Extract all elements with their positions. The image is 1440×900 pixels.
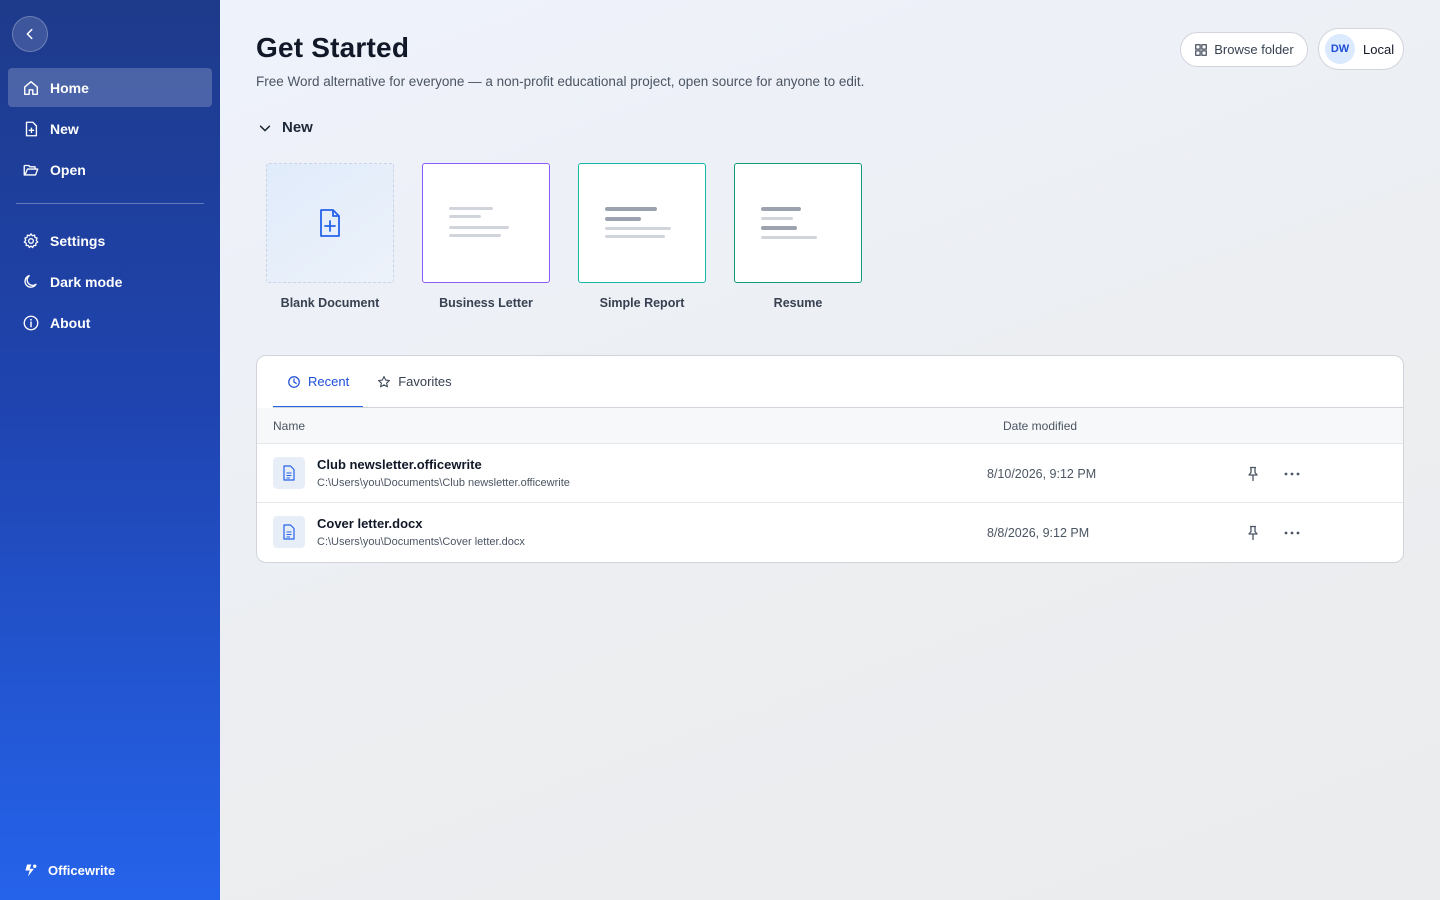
- template-label: Blank Document: [280, 296, 380, 310]
- thumbnail-line: [761, 207, 801, 211]
- brand-name: Officewrite: [48, 863, 116, 878]
- pin-icon: [1248, 525, 1258, 541]
- sidebar-divider: [16, 203, 204, 204]
- account-label: Local: [1363, 41, 1395, 57]
- files-panel: Recent Favorites Name Date modified Club…: [256, 355, 1404, 563]
- collapse-sidebar-button[interactable]: [12, 16, 48, 52]
- sidebar-item-label: Open: [50, 161, 86, 178]
- template-label: Business Letter: [439, 296, 533, 310]
- more-options-button[interactable]: [1281, 523, 1303, 543]
- pin-icon: [1248, 466, 1258, 482]
- sidebar-item-about[interactable]: About: [8, 303, 212, 342]
- document-icon: [273, 457, 305, 489]
- chevron-down-icon: [259, 124, 271, 131]
- template-thumbnail: [734, 163, 862, 283]
- tab-label: Favorites: [398, 374, 452, 389]
- moon-icon: [24, 274, 37, 288]
- template-label: Simple Report: [599, 296, 685, 310]
- file-date: 8/8/2026, 9:12 PM: [987, 526, 1090, 540]
- thumbnail-line: [449, 207, 493, 210]
- sidebar-item-label: Settings: [50, 232, 106, 249]
- new-file-icon: [25, 121, 38, 136]
- account-button[interactable]: DW Local: [1318, 28, 1404, 70]
- file-path: C:\Users\you\Documents\Cover letter.docx: [317, 536, 525, 548]
- sidebar-nav: Home New Open Settings Dark mode About: [8, 68, 212, 344]
- template-thumbnail: [578, 163, 706, 283]
- sidebar-item-open[interactable]: Open: [8, 150, 212, 189]
- document-icon: [273, 516, 305, 548]
- sidebar-item-label: About: [50, 314, 91, 331]
- more-horizontal-icon: [1284, 472, 1300, 476]
- star-icon: [378, 375, 391, 387]
- template-label: Resume: [773, 296, 823, 310]
- thumbnail-line: [449, 226, 509, 229]
- template-gallery: Blank Document Business Letter Simple Re…: [266, 163, 890, 310]
- thumbnail-line: [761, 226, 797, 230]
- page-subtitle: Free Word alternative for everyone — a n…: [256, 74, 865, 89]
- thumbnail-line: [761, 236, 817, 239]
- tab-label: Recent: [308, 374, 350, 389]
- thumbnail-line: [449, 234, 501, 237]
- table-header: Name Date modified: [257, 408, 1403, 444]
- more-options-button[interactable]: [1281, 464, 1303, 484]
- template-thumbnail: [422, 163, 550, 283]
- officewrite-logo-icon: [25, 864, 37, 877]
- more-horizontal-icon: [1284, 531, 1300, 535]
- brand: Officewrite: [22, 862, 115, 879]
- pin-button[interactable]: [1243, 464, 1263, 484]
- sidebar-item-settings[interactable]: Settings: [8, 221, 212, 260]
- new-file-icon: [320, 209, 340, 237]
- template-business-letter[interactable]: Business Letter: [422, 163, 550, 310]
- sidebar-item-label: Dark mode: [50, 273, 123, 290]
- file-path: C:\Users\you\Documents\Club newsletter.o…: [317, 477, 570, 489]
- thumbnail-line: [605, 227, 671, 230]
- home-icon: [23, 80, 39, 95]
- chevron-left-icon: [26, 28, 33, 40]
- new-section-toggle[interactable]: New: [258, 119, 313, 136]
- sidebar-item-home[interactable]: Home: [8, 68, 212, 107]
- table-row[interactable]: Club newsletter.officewrite C:\Users\you…: [257, 444, 1403, 503]
- sidebar-item-label: Home: [50, 79, 89, 96]
- page-title: Get Started: [256, 32, 410, 63]
- sidebar-item-new[interactable]: New: [8, 109, 212, 148]
- clock-icon: [288, 375, 300, 388]
- main-content: Get Started Free Word alternative for ev…: [220, 0, 1440, 900]
- sidebar: Home New Open Settings Dark mode About O…: [0, 0, 220, 900]
- files-tabs: Recent Favorites: [273, 356, 466, 408]
- file-name: Cover letter.docx: [317, 516, 423, 531]
- sidebar-item-label: New: [50, 120, 79, 137]
- folder-open-icon: [23, 164, 39, 176]
- file-date: 8/10/2026, 9:12 PM: [987, 467, 1097, 481]
- table-row[interactable]: Cover letter.docx C:\Users\you\Documents…: [257, 503, 1403, 562]
- template-blank-document[interactable]: Blank Document: [266, 163, 394, 310]
- grid-icon: [1195, 43, 1208, 56]
- file-name: Club newsletter.officewrite: [317, 457, 482, 472]
- browse-folder-label: Browse folder: [1214, 42, 1294, 57]
- thumbnail-line: [605, 217, 641, 221]
- thumbnail-line: [605, 207, 657, 211]
- thumbnail-line: [605, 235, 665, 238]
- sidebar-item-dark-mode[interactable]: Dark mode: [8, 262, 212, 301]
- pin-button[interactable]: [1243, 523, 1263, 543]
- template-resume[interactable]: Resume: [734, 163, 862, 310]
- thumbnail-line: [761, 217, 793, 220]
- template-simple-report[interactable]: Simple Report: [578, 163, 706, 310]
- browse-folder-button[interactable]: Browse folder: [1180, 32, 1308, 67]
- tab-favorites[interactable]: Favorites: [363, 356, 465, 407]
- column-header-name[interactable]: Name: [273, 419, 305, 433]
- template-thumbnail: [266, 163, 394, 283]
- info-icon: [23, 315, 39, 330]
- gear-icon: [23, 232, 39, 248]
- new-section-label: New: [282, 119, 313, 136]
- avatar: DW: [1325, 34, 1355, 64]
- column-header-date[interactable]: Date modified: [1003, 419, 1077, 433]
- thumbnail-line: [449, 215, 481, 218]
- tab-recent[interactable]: Recent: [273, 356, 364, 408]
